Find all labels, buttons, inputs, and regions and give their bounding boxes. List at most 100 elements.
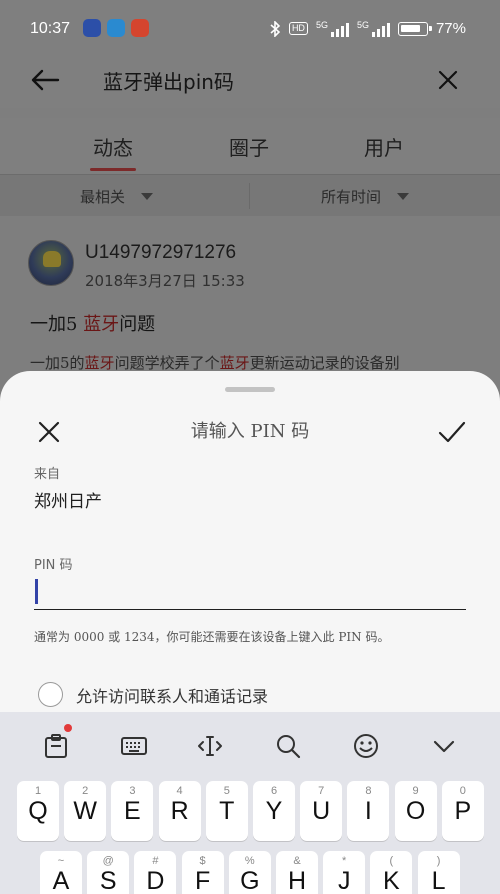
key-label: W [73, 797, 97, 825]
post-date: 2018年3月27日 15:33 [85, 272, 245, 290]
key-label: R [170, 797, 189, 825]
key-hint-label: $ [199, 855, 206, 867]
device-name: 郑州日产 [34, 492, 102, 512]
filter-bar: 最相关 所有时间 [0, 174, 500, 216]
key-l[interactable]: ) L [417, 851, 460, 894]
key-hint-label: 9 [412, 785, 419, 797]
avatar[interactable] [28, 240, 74, 286]
pin-input[interactable] [34, 574, 466, 610]
from-label: 来自 [34, 467, 61, 482]
sort-filter-dropdown[interactable]: 最相关 [80, 186, 154, 207]
key-hint-label: & [293, 855, 301, 867]
key-label: P [454, 797, 472, 825]
emoji-icon[interactable] [352, 732, 380, 760]
cursor-move-icon[interactable] [196, 732, 224, 760]
post-username[interactable]: U1497972971276 [85, 242, 236, 264]
clipboard-icon[interactable] [42, 732, 70, 760]
key-label: K [383, 867, 400, 894]
key-hint-label: @ [102, 855, 114, 867]
allow-contacts-label: 允许访问联系人和通话记录 [76, 686, 269, 706]
key-hint-label: % [244, 855, 255, 867]
key-hint-label: 4 [176, 785, 183, 797]
sheet-grabber[interactable] [225, 387, 275, 392]
key-label: Y [265, 797, 283, 825]
active-tab-indicator [90, 168, 136, 171]
key-hint-label: 5 [223, 785, 230, 797]
key-hint-label: 8 [365, 785, 372, 797]
key-k[interactable]: (K [370, 851, 413, 894]
status-time: 10:37 [30, 20, 71, 37]
pin-dialog: 请输入 PIN 码 来自 郑州日产 PIN 码 通常为 0000 或 1234，… [0, 371, 500, 714]
search-bar [0, 56, 500, 108]
caret-down-icon [141, 193, 154, 200]
key-label: A [52, 867, 70, 894]
post-snippet: 一加5的蓝牙问题学校弄了个蓝牙更新运动记录的设备别 [30, 354, 400, 372]
key-i[interactable]: 8I [347, 781, 390, 841]
bluetooth-icon [270, 20, 281, 37]
key-hint-label: * [342, 855, 347, 867]
filter-divider [249, 183, 250, 209]
allow-contacts-option[interactable]: 允许访问联系人和通话记录 [38, 682, 268, 707]
key-label: I [364, 797, 372, 825]
post-title[interactable]: 一加5 蓝牙问题 [30, 310, 155, 336]
search-query[interactable]: 蓝牙弹出pin码 [103, 66, 234, 95]
key-hint-label: 3 [129, 785, 136, 797]
search-icon[interactable] [274, 732, 302, 760]
text-cursor [35, 579, 38, 604]
app-notification-icon [107, 19, 125, 37]
key-g[interactable]: % G [228, 851, 271, 894]
key-label: U [312, 797, 331, 825]
key-label: J [337, 867, 351, 894]
confirm-check-icon[interactable] [437, 417, 467, 447]
result-tabs: 动态 圈子 用户 [0, 118, 500, 174]
key-label: S [99, 867, 117, 894]
key-t[interactable]: 5T [205, 781, 248, 841]
key-j[interactable]: * J [323, 851, 366, 894]
notification-dot [64, 724, 72, 732]
key-y[interactable]: 6Y [253, 781, 295, 841]
key-hint-label: ) [436, 855, 441, 867]
key-label: F [194, 867, 211, 894]
key-d[interactable]: # D [134, 851, 177, 894]
clear-search-icon[interactable] [437, 69, 459, 91]
key-hint-label: 7 [318, 785, 325, 797]
dialog-title: 请输入 PIN 码 [190, 421, 310, 442]
app-notification-icon [83, 19, 101, 37]
key-u[interactable]: 7U [300, 781, 343, 841]
key-label: L [431, 867, 446, 894]
key-p[interactable]: 0P [441, 781, 484, 841]
allow-contacts-radio[interactable] [38, 682, 63, 707]
status-indicators: HD 5G 5G 77% [269, 20, 466, 37]
key-s[interactable]: @ S [87, 851, 130, 894]
key-hint-label: 6 [270, 785, 278, 797]
key-o[interactable]: 9O [394, 781, 437, 841]
key-hint-label: ~ [57, 855, 65, 867]
key-h[interactable]: & H [276, 851, 318, 894]
key-hint-label: # [152, 855, 159, 867]
key-q[interactable]: 1Q [17, 781, 59, 841]
battery-icon [397, 21, 432, 36]
keyboard-layout-icon[interactable] [120, 732, 148, 760]
tab-dynamics[interactable]: 动态 [93, 132, 133, 161]
sort-filter-label: 最相关 [80, 188, 126, 206]
key-f[interactable]: $ F [181, 851, 224, 894]
tab-circles[interactable]: 圈子 [229, 132, 269, 161]
time-filter-label: 所有时间 [321, 188, 382, 206]
signal-icon: 5G [357, 20, 390, 37]
key-r[interactable]: 4R [158, 781, 201, 841]
time-filter-dropdown[interactable]: 所有时间 [321, 186, 410, 207]
battery-percent: 77% [435, 20, 466, 37]
pin-hint: 通常为 0000 或 1234，你可能还需要在该设备上键入此 PIN 码。 [34, 630, 390, 644]
key-label: D [146, 867, 165, 894]
key-w[interactable]: 2W [64, 781, 107, 841]
key-label: G [240, 867, 260, 894]
key-e[interactable]: 3E [111, 781, 154, 841]
key-a[interactable]: ~ A [40, 851, 82, 894]
back-arrow-icon[interactable] [30, 68, 60, 92]
key-label: E [124, 797, 141, 825]
key-label: Q [28, 797, 48, 825]
caret-down-icon [397, 193, 410, 200]
collapse-keyboard-icon[interactable] [430, 732, 458, 760]
tab-users[interactable]: 用户 [364, 132, 404, 161]
key-hint-label: 0 [459, 785, 466, 797]
